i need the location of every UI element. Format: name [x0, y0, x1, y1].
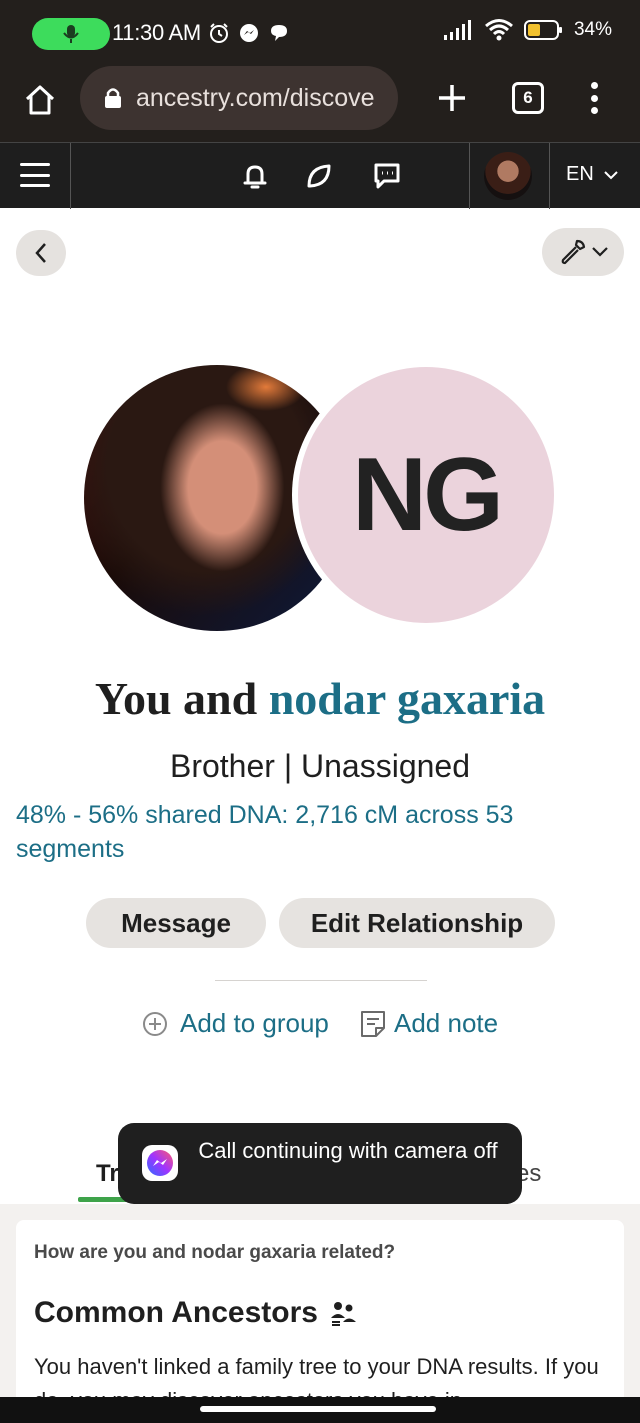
page-title: You and nodar gaxaria — [0, 672, 640, 725]
common-ancestors-card: How are you and nodar gaxaria related? C… — [16, 1220, 624, 1423]
url-bar[interactable]: ancestry.com/discove — [80, 66, 398, 130]
add-to-group-label: Add to group — [180, 1008, 329, 1038]
call-toast[interactable]: Call continuing with camera off — [118, 1123, 522, 1204]
home-button[interactable] — [20, 80, 60, 120]
bell-icon[interactable] — [240, 161, 270, 191]
plus-circle-icon — [143, 1011, 167, 1036]
mic-icon — [63, 25, 79, 43]
add-note-link[interactable]: Add note — [360, 1008, 498, 1039]
browser-menu-button[interactable] — [584, 78, 604, 118]
lock-icon — [105, 88, 121, 108]
alarm-icon — [210, 23, 228, 43]
title-prefix: You and — [94, 673, 258, 724]
toast-message: Call continuing with camera off — [198, 1138, 498, 1163]
edit-relationship-button[interactable]: Edit Relationship — [279, 898, 555, 948]
add-to-group-link[interactable]: Add to group — [142, 1008, 329, 1039]
common-ancestors-heading: Common Ancestors — [34, 1296, 358, 1330]
mic-active-indicator[interactable] — [32, 18, 110, 50]
match-name: nodar gaxaria — [268, 673, 546, 724]
hamburger-menu-icon[interactable] — [20, 163, 50, 187]
url-text: ancestry.com/discove — [136, 83, 375, 112]
leaf-hint-icon[interactable] — [304, 161, 334, 191]
navigation-gesture-bar — [0, 1397, 640, 1423]
common-ancestors-title: Common Ancestors — [34, 1296, 318, 1329]
battery-percentage: 34% — [573, 19, 612, 40]
status-bar: 11:30 AM 34% — [0, 0, 640, 62]
related-question: How are you and nodar gaxaria related? — [34, 1242, 396, 1263]
add-note-label: Add note — [394, 1008, 499, 1038]
status-time: 11:30 AM — [112, 20, 201, 45]
message-button[interactable]: Message — [86, 898, 266, 948]
chat-bubble-icon — [271, 25, 287, 41]
chevron-down-icon — [604, 170, 618, 179]
site-navigation: EN — [0, 142, 640, 209]
chevron-down-icon — [592, 247, 608, 257]
divider — [215, 980, 427, 981]
gesture-handle[interactable] — [200, 1406, 436, 1412]
people-icon — [330, 1302, 356, 1326]
messenger-icon — [142, 1145, 178, 1181]
shared-dna-link[interactable]: 48% - 56% shared DNA: 2,716 cM across 53… — [16, 798, 616, 866]
browser-toolbar: ancestry.com/discove 6 — [0, 62, 640, 142]
messenger-icon — [240, 24, 258, 42]
language-label: EN — [566, 163, 594, 185]
new-tab-button[interactable] — [432, 78, 472, 118]
message-icon[interactable] — [372, 161, 402, 191]
language-selector[interactable]: EN — [566, 163, 618, 186]
wrench-icon — [561, 239, 586, 265]
match-initials-avatar: NG — [298, 367, 554, 623]
tools-menu-button[interactable] — [542, 228, 624, 276]
related-section: How are you and nodar gaxaria related? C… — [0, 1204, 640, 1423]
signal-icon — [443, 20, 471, 40]
back-button[interactable] — [16, 230, 66, 276]
battery-icon — [523, 20, 562, 40]
relationship-label: Brother | Unassigned — [169, 748, 471, 784]
match-initials: NG — [352, 436, 504, 553]
tab-trees[interactable]: Tr — [96, 1160, 119, 1188]
note-icon — [361, 1010, 385, 1037]
wifi-icon — [485, 19, 513, 41]
tab-switcher-button[interactable]: 6 — [512, 82, 544, 114]
home-icon — [25, 85, 55, 115]
user-avatar[interactable] — [484, 152, 532, 200]
chevron-left-icon — [35, 243, 46, 263]
